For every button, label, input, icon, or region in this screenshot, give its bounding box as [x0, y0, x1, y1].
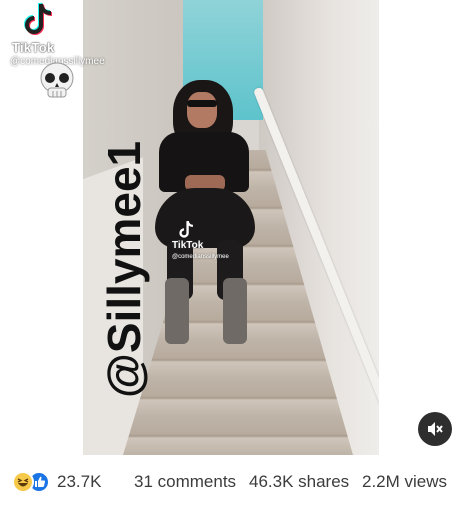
mute-toggle-button[interactable] — [418, 412, 452, 446]
tiktok-watermark-mid: TikTok @comedianssillymee — [172, 220, 272, 270]
haha-icon — [12, 471, 34, 493]
person-face — [187, 92, 217, 128]
tiktok-brand-text: TikTok — [172, 240, 204, 251]
tiktok-brand-text: TikTok — [12, 40, 55, 55]
left-boot — [165, 278, 189, 344]
video-player[interactable]: TikTok @comedianssillymee TikTok @comedi… — [0, 0, 462, 455]
skull-emoji-icon — [40, 62, 74, 98]
reaction-count[interactable]: 23.7K — [57, 472, 101, 492]
video-right-margin — [379, 0, 462, 455]
watermark-text: @Sillymee1 — [98, 140, 150, 398]
sunglasses — [187, 100, 217, 107]
vertical-username-watermark: @Sillymee1 — [34, 98, 150, 398]
right-boot — [223, 278, 247, 344]
share-count-link[interactable]: 46.3K shares — [249, 472, 349, 492]
post-container: TikTok @comedianssillymee TikTok @comedi… — [0, 0, 462, 516]
tiktok-logo-icon — [179, 220, 193, 238]
speaker-muted-icon — [428, 422, 443, 436]
tiktok-logo-icon — [24, 2, 53, 35]
view-count: 2.2M views — [362, 472, 448, 491]
post-stats-bar: 23.7K 31 comments 46.3K shares 2.2M view… — [0, 455, 462, 516]
person-figure — [155, 80, 265, 350]
reaction-icons[interactable] — [12, 471, 52, 493]
tiktok-handle-text: @comedianssillymee — [172, 254, 229, 260]
comment-count-link[interactable]: 31 comments — [134, 472, 236, 492]
